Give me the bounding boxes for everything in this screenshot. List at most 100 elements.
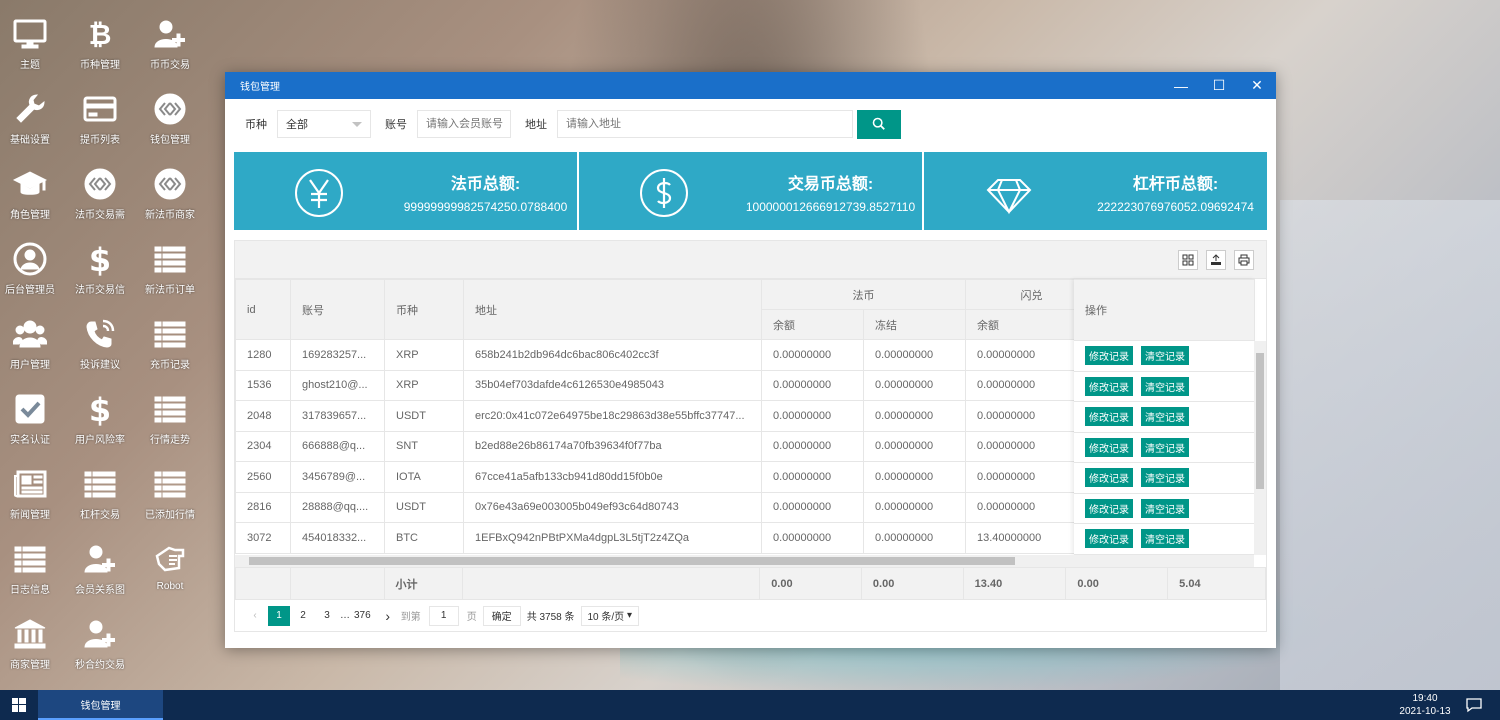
- desktop-shortcut[interactable]: 新法币商家: [135, 166, 205, 221]
- columns-filter-button[interactable]: [1178, 250, 1198, 270]
- desktop-shortcut[interactable]: 投诉建议: [65, 316, 135, 371]
- edit-record-button[interactable]: 修改记录: [1085, 468, 1133, 488]
- close-button[interactable]: ✕: [1238, 72, 1276, 99]
- cell-currency: SNT: [384, 430, 464, 462]
- desktop-shortcut[interactable]: 秒合约交易: [65, 616, 135, 671]
- cell-fiat-frozen: 0.00000000: [863, 461, 966, 493]
- clock[interactable]: 19:40 2021-10-13: [1395, 692, 1455, 718]
- desktop-shortcut[interactable]: 用户管理: [0, 316, 65, 371]
- table-row[interactable]: 2304 666888@q... SNT b2ed88e26b86174a70fb39…: [235, 430, 1098, 462]
- desktop-shortcut[interactable]: 法币交易需: [65, 166, 135, 221]
- address-input[interactable]: [557, 110, 853, 138]
- desktop-shortcut-label: 新法币订单: [145, 285, 195, 296]
- table-row[interactable]: 2816 28888@qq.... USDT 0x76e43a69e003005b04…: [235, 491, 1098, 523]
- desktop-shortcut[interactable]: 实名认证: [0, 391, 65, 446]
- currency-select[interactable]: 全部: [277, 110, 371, 138]
- table-row[interactable]: 2560 3456789@... IOTA 67cce41a5afb133cb941d…: [235, 461, 1098, 493]
- minimize-button[interactable]: —: [1162, 72, 1200, 99]
- currency-label: 币种: [245, 119, 267, 131]
- desktop-shortcut-label: 充币记录: [150, 360, 190, 371]
- desktop-shortcut[interactable]: 行情走势: [135, 391, 205, 446]
- desktop-shortcut-label: 钱包管理: [150, 135, 190, 146]
- page-button[interactable]: 3: [316, 606, 338, 626]
- scroll-thumb[interactable]: [249, 557, 1015, 565]
- edit-record-button[interactable]: 修改记录: [1085, 498, 1133, 518]
- account-input[interactable]: [417, 110, 511, 138]
- page-size-select[interactable]: 10 条/页 ▾: [580, 605, 639, 626]
- clear-record-button[interactable]: 清空记录: [1141, 437, 1189, 457]
- cell-address: 67cce41a5afb133cb941d80dd15f0b0e: [463, 461, 762, 493]
- prev-page-button[interactable]: ‹: [244, 606, 266, 626]
- desktop-shortcut[interactable]: 日志信息: [0, 541, 65, 596]
- desktop-shortcut[interactable]: 提币列表: [65, 91, 135, 146]
- search-button[interactable]: [857, 109, 901, 139]
- desktop-shortcut[interactable]: 会员关系图: [65, 541, 135, 596]
- desktop-shortcut[interactable]: 商家管理: [0, 616, 65, 671]
- table-row[interactable]: 1536 ghost210@... XRP 35b04ef703dafde4c6126…: [235, 369, 1098, 401]
- clock-date: 2021-10-13: [1399, 706, 1451, 717]
- page-button[interactable]: 376: [350, 606, 375, 626]
- vertical-scrollbar[interactable]: [1254, 341, 1266, 555]
- clear-record-button[interactable]: 清空记录: [1141, 376, 1189, 396]
- clear-record-button[interactable]: 清空记录: [1141, 468, 1189, 488]
- clear-record-button[interactable]: 清空记录: [1141, 498, 1189, 518]
- desktop-shortcut[interactable]: $ 用户风险率: [65, 391, 135, 446]
- cell-fiat-balance: 0.00000000: [761, 491, 864, 523]
- users-icon: [12, 316, 48, 352]
- operation-column: 操作 修改记录 清空记录 修改记录 清空记录 修改记录 清空记录 修改记录 清空记录 修改记录清…: [1074, 279, 1255, 555]
- start-button[interactable]: [0, 690, 38, 720]
- table-row[interactable]: 1280 169283257... XRP 658b241b2db964dc6bac8…: [235, 339, 1098, 371]
- svg-text:$: $: [89, 242, 111, 276]
- lever-total-card: 杠杆币总额: 222223076976052.09692474: [924, 152, 1267, 230]
- table-row[interactable]: 2048 317839657... USDT erc20:0x41c072e64975…: [235, 400, 1098, 432]
- page-button[interactable]: 2: [292, 606, 314, 626]
- desktop-shortcut[interactable]: 充币记录: [135, 316, 205, 371]
- goto-confirm-button[interactable]: 确定: [482, 605, 521, 626]
- desktop-shortcut[interactable]: 币币交易: [135, 16, 205, 71]
- page-size-value: 10 条/页: [587, 612, 625, 623]
- horizontal-scrollbar[interactable]: [235, 555, 1254, 567]
- export-button[interactable]: [1206, 250, 1226, 270]
- desktop-shortcut-label: 用户管理: [10, 360, 50, 371]
- next-page-button[interactable]: ›: [377, 606, 399, 626]
- clock-time: 19:40: [1412, 693, 1438, 704]
- goto-page-input[interactable]: 1: [428, 605, 459, 626]
- maximize-button[interactable]: ☐: [1200, 72, 1238, 99]
- desktop-shortcut[interactable]: 主题: [0, 16, 65, 71]
- clear-record-button[interactable]: 清空记录: [1141, 346, 1189, 366]
- desktop-shortcut[interactable]: 已添加行情: [135, 466, 205, 521]
- desktop-shortcut[interactable]: 杠杆交易: [65, 466, 135, 521]
- printer-icon: [1238, 254, 1250, 266]
- clear-record-button[interactable]: 清空记录: [1141, 407, 1189, 427]
- desktop-shortcut-label: 新法币商家: [145, 210, 195, 221]
- desktop-shortcut[interactable]: 钱包管理: [135, 91, 205, 146]
- page-button[interactable]: 1: [268, 605, 290, 626]
- cell-address: erc20:0x41c072e64975be18c29863d38e55bffc…: [463, 400, 762, 432]
- desktop-shortcut[interactable]: 新闻管理: [0, 466, 65, 521]
- notification-icon[interactable]: [1465, 696, 1483, 714]
- col-fiat-frozen: 冻结: [863, 309, 966, 340]
- edit-record-button[interactable]: 修改记录: [1085, 407, 1133, 427]
- edit-record-button[interactable]: 修改记录: [1085, 437, 1133, 457]
- desktop-shortcut[interactable]: 基础设置: [0, 91, 65, 146]
- taskbar-item-wallet[interactable]: 钱包管理: [38, 690, 163, 720]
- desktop-shortcut[interactable]: $ 法币交易信: [65, 241, 135, 296]
- desktop-shortcut[interactable]: Robot: [135, 541, 205, 592]
- edit-record-button[interactable]: 修改记录: [1085, 529, 1133, 549]
- wallet-icon: [152, 91, 188, 127]
- cell-id: 1536: [235, 369, 291, 401]
- edit-record-button[interactable]: 修改记录: [1085, 376, 1133, 396]
- desktop-shortcut[interactable]: 角色管理: [0, 166, 65, 221]
- address-label: 地址: [525, 119, 547, 131]
- total-value: 0.00: [1065, 567, 1169, 600]
- desktop-shortcut[interactable]: 后台管理员: [0, 241, 65, 296]
- desktop-shortcut[interactable]: ₿ 币种管理: [65, 16, 135, 71]
- desktop-shortcut-label: 杠杆交易: [80, 510, 120, 521]
- edit-record-button[interactable]: 修改记录: [1085, 346, 1133, 366]
- window-titlebar[interactable]: 钱包管理 — ☐ ✕: [225, 72, 1276, 99]
- print-button[interactable]: [1234, 250, 1254, 270]
- clear-record-button[interactable]: 清空记录: [1141, 529, 1189, 549]
- table-row[interactable]: 3072 454018332... BTC 1EFBxQ942nPBtPXMa4dgp…: [235, 522, 1098, 554]
- desktop-shortcut[interactable]: 新法币订单: [135, 241, 205, 296]
- scroll-thumb[interactable]: [1256, 353, 1264, 489]
